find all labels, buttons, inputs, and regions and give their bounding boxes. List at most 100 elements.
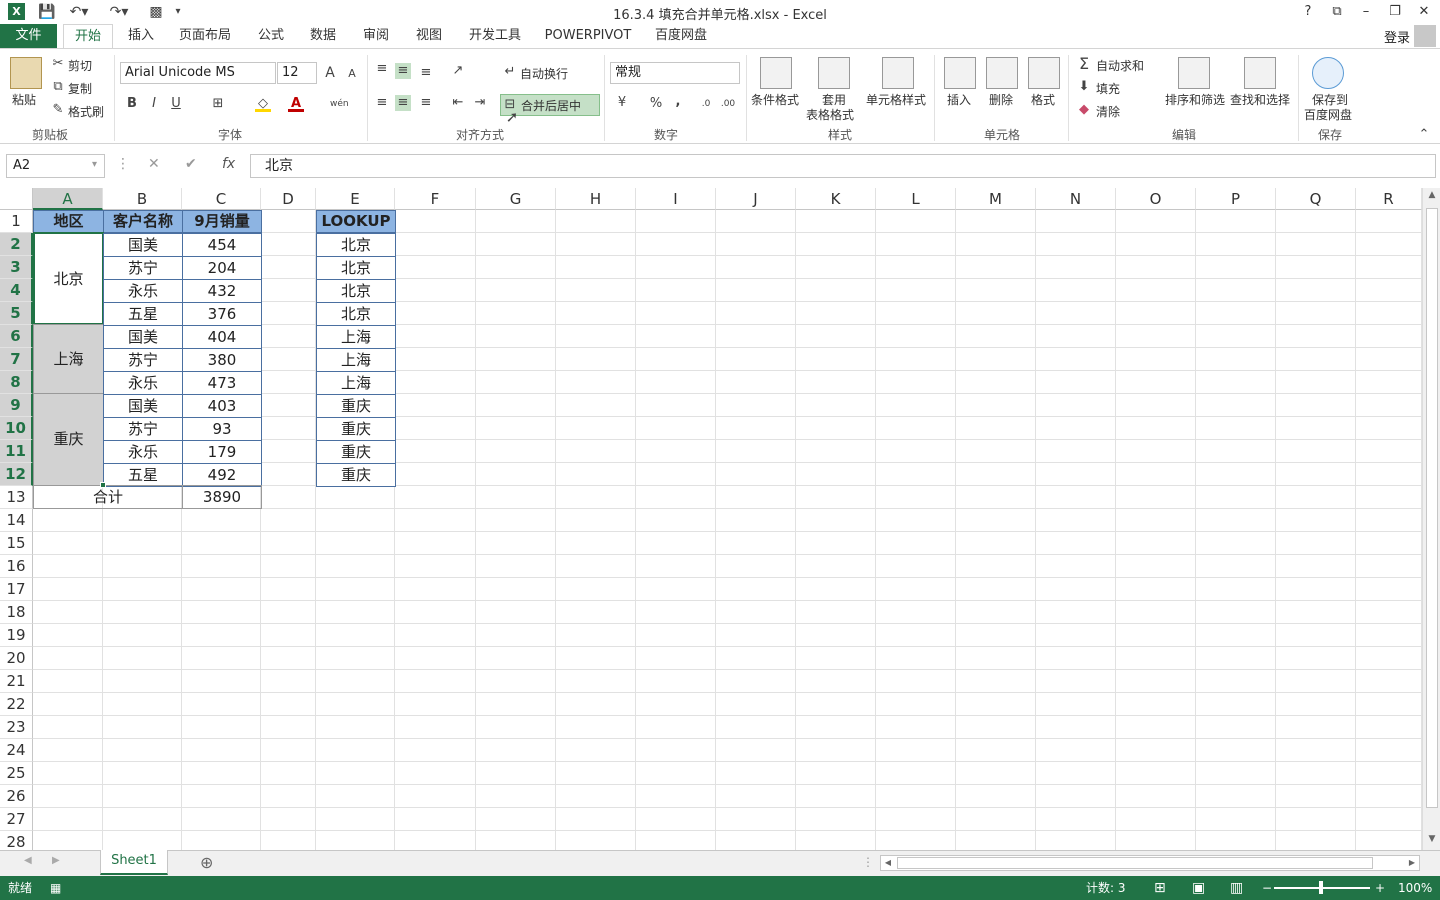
cell-c9[interactable]: 403 <box>182 394 262 418</box>
cell-b4[interactable]: 永乐 <box>103 279 183 303</box>
row-header[interactable]: 1 <box>0 210 33 233</box>
clear-button[interactable]: 清除 <box>1096 103 1120 120</box>
select-all-corner[interactable] <box>0 188 33 210</box>
align-center-icon[interactable]: ≡ <box>395 95 411 111</box>
cell-b11[interactable]: 永乐 <box>103 440 183 464</box>
row-header[interactable]: 10 <box>0 417 33 440</box>
maximize-button[interactable]: ❐ <box>1383 2 1407 22</box>
row-header[interactable]: 19 <box>0 624 33 647</box>
row-header[interactable]: 8 <box>0 371 33 394</box>
page-break-view-icon[interactable]: ▥ <box>1230 876 1243 900</box>
insert-function-icon[interactable]: fx <box>222 156 235 172</box>
cell-c11[interactable]: 179 <box>182 440 262 464</box>
tab-insert[interactable]: 插入 <box>120 24 162 48</box>
cell-b10[interactable]: 苏宁 <box>103 417 183 441</box>
tab-view[interactable]: 视图 <box>408 24 450 48</box>
column-header[interactable]: I <box>636 188 716 210</box>
font-size-select[interactable]: 12 <box>277 62 317 84</box>
cell-e8[interactable]: 上海 <box>316 371 396 395</box>
row-header[interactable]: 12 <box>0 463 33 486</box>
underline-button[interactable]: U <box>168 96 184 112</box>
column-header[interactable]: C <box>182 188 261 210</box>
login-link[interactable]: 登录 <box>1384 27 1410 46</box>
row-header[interactable]: 14 <box>0 509 33 532</box>
cell-c3[interactable]: 204 <box>182 256 262 280</box>
cell-b12[interactable]: 五星 <box>103 463 183 487</box>
cell-b2[interactable]: 国美 <box>103 233 183 257</box>
sort-filter-button[interactable]: 排序和筛选 <box>1165 91 1225 108</box>
comma-button[interactable]: , <box>670 94 686 110</box>
zoom-level[interactable]: 100% <box>1398 876 1432 900</box>
cell-b9[interactable]: 国美 <box>103 394 183 418</box>
cell-a1[interactable]: 地区 <box>33 210 104 233</box>
cell-e5[interactable]: 北京 <box>316 302 396 326</box>
merged-cell-region-shanghai[interactable]: 上海 <box>33 324 104 394</box>
row-header[interactable]: 7 <box>0 348 33 371</box>
minimize-button[interactable]: – <box>1354 2 1378 22</box>
font-name-select[interactable]: Arial Unicode MS <box>120 62 276 84</box>
prev-sheet-icon[interactable]: ◀ <box>24 855 32 866</box>
formula-input[interactable]: 北京 <box>250 154 1436 178</box>
format-cells-button[interactable]: 格式 <box>1031 91 1055 108</box>
row-header[interactable]: 20 <box>0 647 33 670</box>
vertical-scrollbar[interactable]: ▲ ▼ <box>1422 188 1440 850</box>
row-header[interactable]: 25 <box>0 762 33 785</box>
scroll-up-icon[interactable]: ▲ <box>1425 190 1439 204</box>
align-top-icon[interactable]: ≡ <box>374 61 390 77</box>
cell-c4[interactable]: 432 <box>182 279 262 303</box>
zoom-in-button[interactable]: + <box>1375 876 1385 900</box>
name-box-dropdown-icon[interactable]: ▾ <box>92 159 97 170</box>
column-header[interactable]: G <box>476 188 556 210</box>
format-painter-button[interactable]: 格式刷 <box>68 103 104 120</box>
tab-data[interactable]: 数据 <box>302 24 344 48</box>
shrink-font-icon[interactable]: A <box>344 66 360 82</box>
cell-c2[interactable]: 454 <box>182 233 262 257</box>
autosum-button[interactable]: 自动求和 <box>1096 57 1144 74</box>
find-select-button[interactable]: 查找和选择 <box>1230 91 1290 108</box>
cell-e3[interactable]: 北京 <box>316 256 396 280</box>
horizontal-scroll-thumb[interactable] <box>897 857 1373 869</box>
column-header[interactable]: B <box>103 188 182 210</box>
tab-powerpivot[interactable]: POWERPIVOT <box>540 24 636 48</box>
column-header[interactable]: A <box>33 188 103 210</box>
cell-b1[interactable]: 客户名称 <box>103 210 183 233</box>
row-header[interactable]: 26 <box>0 785 33 808</box>
cell-c10[interactable]: 93 <box>182 417 262 441</box>
column-header[interactable]: M <box>956 188 1036 210</box>
tab-developer[interactable]: 开发工具 <box>462 24 528 48</box>
align-right-icon[interactable]: ≡ <box>418 95 434 111</box>
row-header[interactable]: 5 <box>0 302 33 325</box>
cell-c5[interactable]: 376 <box>182 302 262 326</box>
cell-c1[interactable]: 9月销量 <box>182 210 262 233</box>
avatar[interactable] <box>1414 25 1436 47</box>
phonetic-icon[interactable]: wén <box>330 96 349 112</box>
column-header[interactable]: E <box>316 188 395 210</box>
cell-c8[interactable]: 473 <box>182 371 262 395</box>
merged-cell-region-chongqing[interactable]: 重庆 <box>33 393 104 486</box>
row-header[interactable]: 27 <box>0 808 33 831</box>
total-label-cell[interactable]: 合计 <box>33 485 183 509</box>
copy-button[interactable]: 复制 <box>68 80 92 97</box>
sheet-tab-sheet1[interactable]: Sheet1 <box>100 850 168 875</box>
cell-c6[interactable]: 404 <box>182 325 262 349</box>
tab-file[interactable]: 文件 <box>0 24 57 48</box>
decrease-indent-icon[interactable]: ⇤ <box>450 95 466 111</box>
row-header[interactable]: 17 <box>0 578 33 601</box>
cell-e6[interactable]: 上海 <box>316 325 396 349</box>
zoom-out-button[interactable]: − <box>1262 876 1272 900</box>
help-button[interactable]: ? <box>1296 2 1320 22</box>
row-header[interactable]: 21 <box>0 670 33 693</box>
tab-review[interactable]: 审阅 <box>355 24 397 48</box>
row-header[interactable]: 22 <box>0 693 33 716</box>
fill-button[interactable]: 填充 <box>1096 80 1120 97</box>
scroll-right-icon[interactable]: ▶ <box>1405 856 1419 870</box>
tab-splitter-icon[interactable]: ⋮ <box>862 855 874 869</box>
close-button[interactable]: ✕ <box>1412 2 1436 22</box>
row-header[interactable]: 2 <box>0 233 33 256</box>
name-box[interactable]: A2 <box>6 154 105 178</box>
column-header[interactable]: L <box>876 188 956 210</box>
cell-e10[interactable]: 重庆 <box>316 417 396 441</box>
column-header[interactable]: D <box>261 188 316 210</box>
percent-button[interactable]: % <box>648 96 664 112</box>
cell-e4[interactable]: 北京 <box>316 279 396 303</box>
